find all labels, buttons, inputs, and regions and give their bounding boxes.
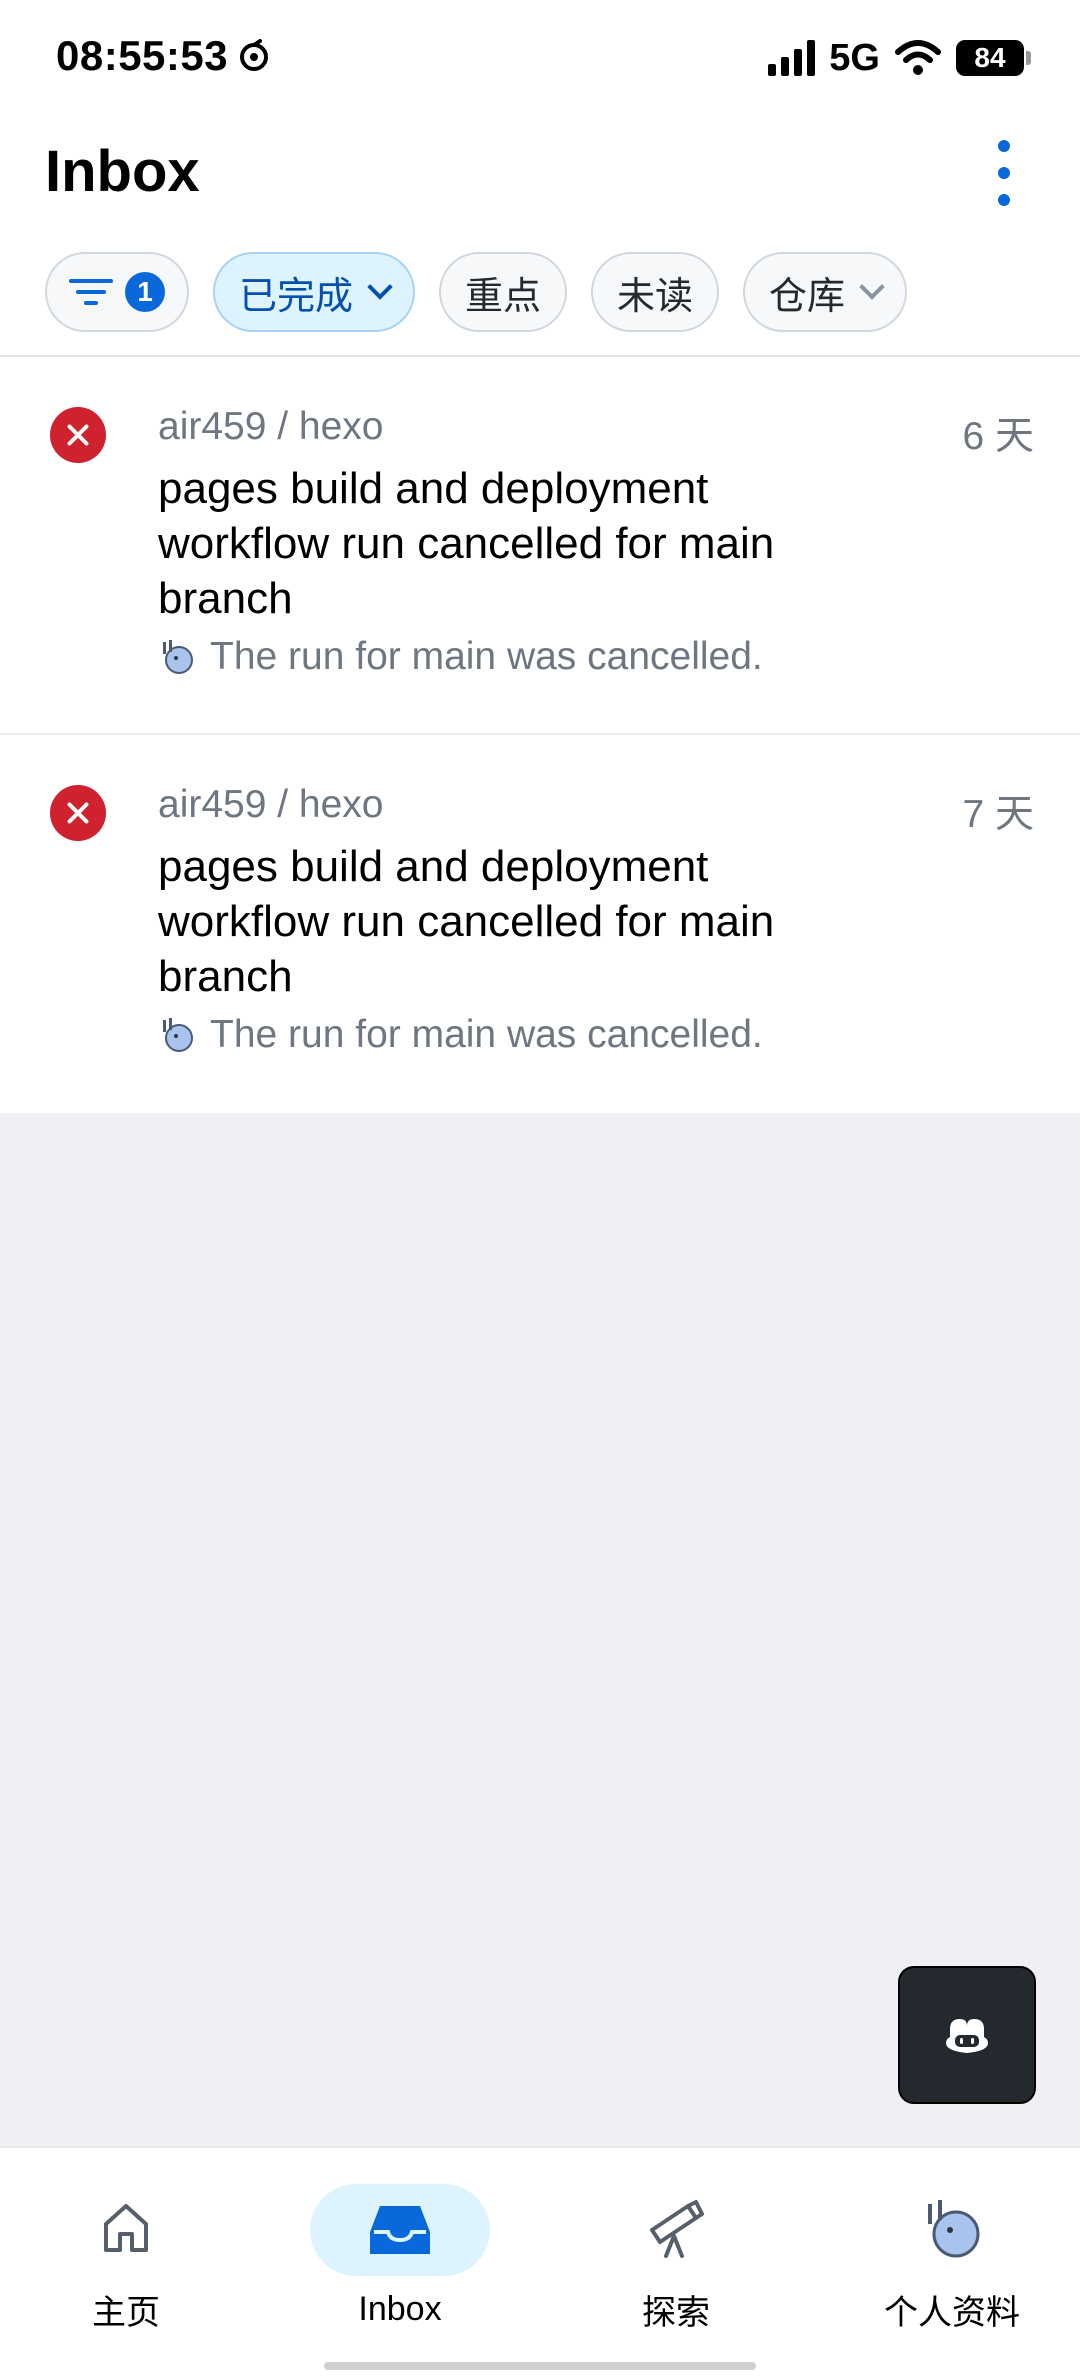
status-indicators: 5G 84: [768, 36, 1031, 80]
focus-mode-icon: [240, 39, 268, 71]
chip-unread[interactable]: 未读: [591, 252, 720, 332]
battery-indicator: 84: [956, 40, 1031, 76]
page-title: Inbox: [45, 139, 200, 204]
notification-item[interactable]: air459 / hexo 7 天 pages build and deploy…: [0, 735, 1080, 1113]
filter-chip-row: 1 已完成 重点 未读 仓库: [45, 252, 908, 332]
x-circle-icon: [50, 407, 106, 463]
chevron-down-icon: [367, 274, 393, 300]
cellular-signal-icon: [768, 40, 816, 76]
chip-done-label: 已完成: [239, 275, 354, 318]
home-icon: [104, 2203, 148, 2252]
notification-repo: air459 / hexo: [158, 783, 384, 826]
chevron-down-icon: [859, 274, 885, 300]
tab-home-label: 主页: [92, 2294, 160, 2332]
notification-subtitle: The run for main was cancelled.: [158, 635, 763, 679]
chip-repository-label: 仓库: [769, 275, 846, 318]
notification-subtitle: The run for main was cancelled.: [158, 1013, 763, 1057]
bottom-tab-bar: 主页 Inbox 探索 个人资料: [0, 2146, 1080, 2376]
tab-inbox[interactable]: Inbox: [300, 2184, 500, 2334]
notification-title: pages build and deployment workflow run …: [158, 464, 775, 623]
filter-count-badge: 1: [125, 272, 165, 312]
kebab-vertical-icon[interactable]: [984, 140, 1024, 206]
chip-important-label: 重点: [465, 275, 542, 318]
wifi-icon: [895, 40, 941, 75]
notification-subtitle-text: The run for main was cancelled.: [210, 635, 763, 678]
network-type: 5G: [829, 36, 880, 79]
tab-profile-label: 个人资料: [884, 2294, 1020, 2332]
home-indicator: [324, 2362, 756, 2370]
x-circle-icon: [50, 785, 106, 841]
copilot-button[interactable]: [898, 1966, 1036, 2104]
avatar-icon: [163, 1018, 193, 1052]
tab-home[interactable]: 主页: [26, 2184, 226, 2334]
notification-subtitle-text: The run for main was cancelled.: [210, 1013, 763, 1056]
notification-title: pages build and deployment workflow run …: [158, 842, 775, 1001]
chip-repository[interactable]: 仓库: [743, 252, 908, 332]
notification-time: 7 天: [962, 793, 1034, 836]
chip-unread-label: 未读: [617, 275, 694, 318]
tab-profile[interactable]: 个人资料: [852, 2184, 1052, 2334]
header: Inbox 1 已完成 重点 未读 仓库: [0, 110, 1080, 355]
copilot-icon: [946, 2019, 988, 2053]
tab-explore[interactable]: 探索: [576, 2184, 776, 2334]
avatar-icon: [163, 640, 193, 674]
telescope-icon: [650, 2199, 704, 2258]
status-time: 08:55:53: [56, 32, 229, 79]
notification-time: 6 天: [962, 415, 1034, 458]
chip-important[interactable]: 重点: [439, 252, 568, 332]
chip-done[interactable]: 已完成: [213, 252, 416, 332]
tab-explore-label: 探索: [642, 2294, 710, 2332]
tab-inbox-label: Inbox: [358, 2290, 442, 2328]
notification-repo: air459 / hexo: [158, 405, 384, 448]
notification-list: air459 / hexo 6 天 pages build and deploy…: [0, 355, 1080, 1113]
avatar-icon: [928, 2199, 980, 2257]
filter-button[interactable]: 1: [45, 252, 189, 332]
inbox-icon: [370, 2206, 430, 2254]
filter-icon: [69, 277, 113, 307]
status-bar: 08:55:53 5G 84: [0, 0, 1080, 110]
notification-item[interactable]: air459 / hexo 6 天 pages build and deploy…: [0, 357, 1080, 735]
